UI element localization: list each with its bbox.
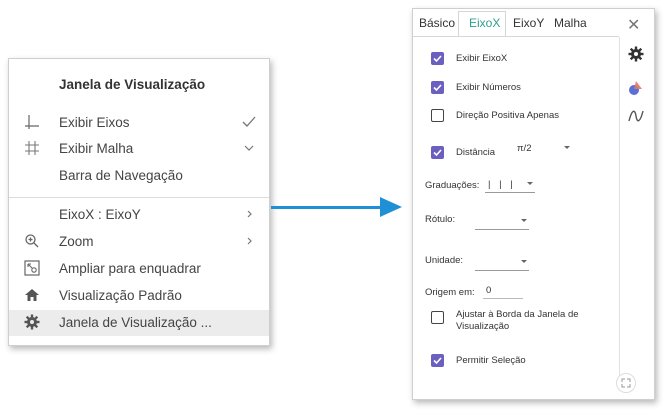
origin-input[interactable]: 0: [483, 285, 523, 299]
caret-down-icon: [564, 146, 570, 149]
tab-yaxis[interactable]: EixoY: [513, 16, 544, 30]
unit-dropdown[interactable]: [475, 257, 529, 271]
tab-xaxis[interactable]: EixoX: [469, 16, 500, 30]
arrow-connector: [271, 206, 383, 209]
menu-item-graphics-settings[interactable]: Janela de Visualização ...: [9, 310, 269, 336]
menu-item-zoom-to-fit[interactable]: Ampliar para enquadrar: [9, 256, 269, 282]
caret-down-icon: [521, 219, 527, 222]
expand-button[interactable]: [616, 373, 636, 393]
menu-item-zoom[interactable]: Zoom: [9, 229, 269, 255]
label-unit: Unidade:: [425, 255, 464, 266]
gear-icon: [23, 313, 41, 331]
chevron-right-icon: [241, 206, 257, 222]
tab-grid[interactable]: Malha: [554, 16, 587, 30]
zoom-to-fit-icon: [23, 259, 41, 277]
gear-icon[interactable]: [627, 45, 645, 63]
menu-item-label: Exibir Malha: [59, 141, 134, 156]
checkbox-show-xaxis[interactable]: [431, 52, 444, 65]
check-icon: [241, 114, 257, 130]
label-show-xaxis: Exibir EixoX: [456, 53, 508, 64]
settings-panel: Básico EixoX EixoY Malha ✕ Exibir EixoX …: [412, 8, 655, 400]
label-origin: Origem em:: [425, 287, 475, 298]
tick-style-value: | | |: [488, 179, 516, 190]
menu-item-label: Barra de Navegação: [59, 168, 183, 183]
axes-icon: [23, 113, 41, 131]
caret-down-icon: [521, 260, 527, 263]
menu-divider: [9, 197, 269, 198]
checkbox-allow-selection[interactable]: [431, 354, 444, 367]
fullscreen-icon: [621, 378, 631, 388]
panel-divider: [619, 37, 620, 377]
tab-bar: Básico EixoX EixoY Malha: [413, 9, 619, 37]
tab-underline: [413, 36, 619, 37]
label-positive-direction: Direção Positiva Apenas: [456, 110, 559, 121]
menu-item-label: Exibir Eixos: [59, 115, 130, 130]
label-distance: Distância: [456, 147, 496, 158]
menu-item-label: EixoX : EixoY: [59, 207, 141, 222]
graphics-style-icon[interactable]: [627, 79, 645, 97]
label-stick-to-edge-line2: Visualização: [456, 321, 510, 332]
label-allow-selection: Permitir Seleção: [456, 355, 526, 366]
distance-value: π/2: [517, 143, 532, 154]
label-axis-label: Rótulo:: [425, 214, 456, 225]
menu-item-label: Janela de Visualização ...: [59, 315, 212, 330]
function-graph-icon[interactable]: [627, 107, 645, 125]
checkbox-distance[interactable]: [431, 146, 444, 159]
close-icon[interactable]: ✕: [627, 15, 640, 35]
distance-dropdown[interactable]: π/2: [514, 143, 572, 157]
axis-label-dropdown[interactable]: [475, 216, 529, 230]
origin-value: 0: [486, 285, 492, 296]
checkbox-stick-to-edge[interactable]: [431, 311, 444, 324]
tick-style-dropdown[interactable]: | | |: [485, 179, 535, 193]
menu-item-label: Zoom: [59, 234, 94, 249]
menu-item-label: Visualização Padrão: [59, 288, 182, 303]
menu-item-axis-ratio[interactable]: EixoX : EixoY: [9, 202, 269, 228]
menu-item-standard-view[interactable]: Visualização Padrão: [9, 283, 269, 309]
context-menu: Janela de Visualização Exibir Eixos Exib…: [8, 58, 270, 346]
caret-down-icon: [527, 182, 533, 185]
chevron-down-icon: [241, 140, 257, 156]
label-show-numbers: Exibir Números: [456, 82, 521, 93]
menu-item-show-grid[interactable]: Exibir Malha: [9, 136, 269, 162]
checkbox-positive-direction[interactable]: [431, 109, 444, 122]
menu-item-navigation-bar[interactable]: Barra de Navegação: [9, 163, 269, 189]
menu-item-label: Ampliar para enquadrar: [59, 261, 201, 276]
checkbox-show-numbers[interactable]: [431, 81, 444, 94]
label-tick-style: Graduações:: [425, 180, 480, 191]
tab-basic[interactable]: Básico: [419, 16, 455, 30]
menu-item-show-axes[interactable]: Exibir Eixos: [9, 110, 269, 136]
zoom-icon: [23, 232, 41, 250]
menu-title: Janela de Visualização: [59, 77, 206, 92]
home-icon: [23, 286, 41, 304]
arrow-head: [380, 197, 402, 217]
label-stick-to-edge-line1: Ajustar à Borda da Janela de: [456, 309, 579, 320]
grid-icon: [23, 139, 41, 157]
chevron-right-icon: [241, 233, 257, 249]
